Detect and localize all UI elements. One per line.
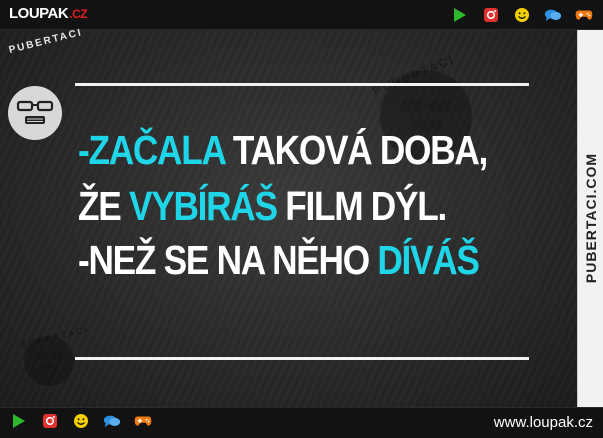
logo-name: LOUPAK	[9, 5, 69, 22]
meme-line-3: -NEŽ SE NA NĚHO DÍVÁŠ	[78, 237, 480, 283]
watermark-stamp-icon	[24, 336, 74, 386]
chat-icon[interactable]	[544, 6, 562, 24]
source-sidebar: PUBERTACI.COM	[577, 30, 603, 407]
meme-word: TAKOVÁ DOBA,	[224, 127, 488, 173]
pubertaci-logo-icon	[8, 86, 62, 140]
chat-icon[interactable]	[103, 412, 121, 430]
meme-line-1: -ZAČALA TAKOVÁ DOBA,	[78, 127, 488, 173]
logo-tld: .CZ	[69, 7, 88, 21]
smiley-icon[interactable]	[513, 6, 531, 24]
meme-word: FILM DÝL.	[276, 183, 447, 229]
site-url-link[interactable]: www.loupak.cz	[494, 414, 593, 431]
play-icon[interactable]	[451, 6, 469, 24]
meme-word: ŽE	[78, 183, 129, 229]
meme-word: -ZAČALA	[78, 127, 226, 173]
instagram-icon[interactable]	[41, 412, 59, 430]
smiley-icon[interactable]	[72, 412, 90, 430]
loupak-logo[interactable]: LOUPAK.CZ	[9, 5, 88, 23]
divider-bottom	[75, 357, 529, 360]
meme-word: VYBÍRÁŠ	[128, 183, 278, 229]
instagram-icon[interactable]	[482, 6, 500, 24]
gamepad-icon[interactable]	[575, 6, 593, 24]
meme-word: DÍVÁŠ	[377, 237, 480, 283]
top-icon-row	[451, 6, 593, 24]
divider-top	[75, 83, 529, 86]
gamepad-icon[interactable]	[134, 412, 152, 430]
bottom-icon-row	[10, 412, 152, 430]
play-icon[interactable]	[10, 412, 28, 430]
source-watermark-text: PUBERTACI.COM	[583, 152, 599, 284]
meme-word: -NEŽ SE NA NĚHO	[78, 237, 378, 283]
meme-line-2: ŽE VYBÍRÁŠ FILM DÝL.	[78, 183, 447, 229]
